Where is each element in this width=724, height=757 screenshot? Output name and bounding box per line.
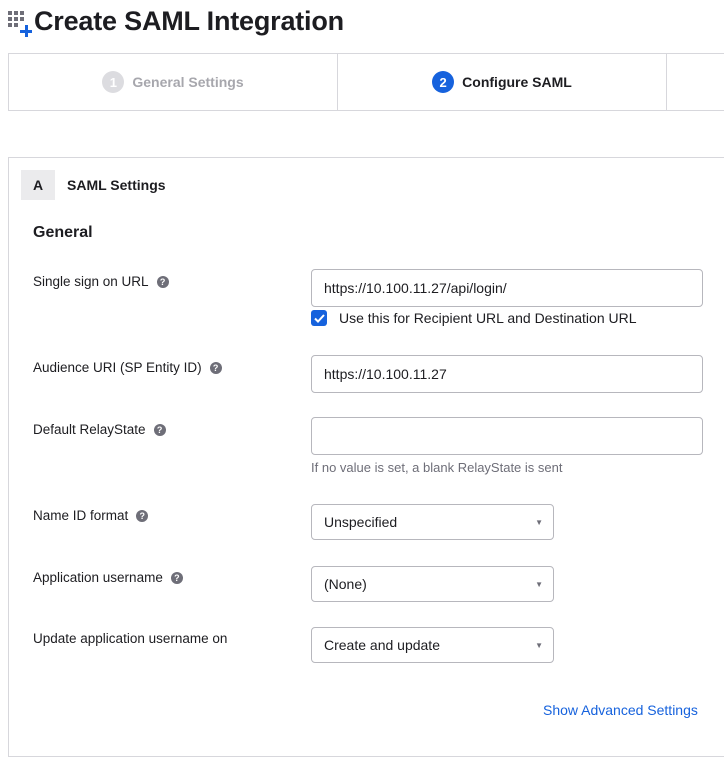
chevron-down-icon: ▼ xyxy=(535,517,543,527)
step-label: General Settings xyxy=(132,74,244,90)
name-id-format-label-text: Name ID format xyxy=(33,508,129,523)
step-general-settings[interactable]: 1 General Settings xyxy=(9,54,338,110)
page-header: Create SAML Integration xyxy=(8,2,344,40)
relay-state-label: Default RelayState ? xyxy=(33,422,166,437)
section-header: A SAML Settings xyxy=(21,170,166,200)
update-username-label-text: Update application username on xyxy=(33,631,228,646)
app-grid-plus-icon xyxy=(8,8,32,37)
app-username-label-text: Application username xyxy=(33,570,163,585)
recipient-url-checkbox-label: Use this for Recipient URL and Destinati… xyxy=(339,310,637,326)
step-label: Configure SAML xyxy=(462,74,572,90)
audience-uri-label: Audience URI (SP Entity ID) ? xyxy=(33,360,222,375)
help-icon[interactable]: ? xyxy=(170,571,183,584)
sso-url-label-text: Single sign on URL xyxy=(33,274,149,289)
section-letter-badge: A xyxy=(21,170,55,200)
name-id-format-select[interactable]: Unspecified ▼ xyxy=(311,504,554,540)
sso-url-input[interactable] xyxy=(311,269,703,307)
page-title: Create SAML Integration xyxy=(34,5,344,36)
section-title: SAML Settings xyxy=(67,177,166,193)
update-username-select[interactable]: Create and update ▼ xyxy=(311,627,554,663)
step-number-badge: 1 xyxy=(102,71,125,93)
audience-uri-input[interactable] xyxy=(311,355,703,393)
app-username-label: Application username ? xyxy=(33,570,183,585)
checkmark-icon xyxy=(313,313,325,323)
name-id-format-label: Name ID format ? xyxy=(33,508,149,523)
step-configure-saml[interactable]: 2 Configure SAML xyxy=(338,54,667,110)
update-username-label: Update application username on xyxy=(33,631,227,646)
group-title: General xyxy=(33,224,93,241)
name-id-format-value: Unspecified xyxy=(324,514,398,530)
chevron-down-icon: ▼ xyxy=(535,579,543,589)
audience-uri-label-text: Audience URI (SP Entity ID) xyxy=(33,360,202,375)
relay-state-input[interactable] xyxy=(311,417,703,455)
sso-url-label: Single sign on URL ? xyxy=(33,274,169,289)
app-username-value: (None) xyxy=(324,576,367,592)
relay-state-label-text: Default RelayState xyxy=(33,422,146,437)
help-icon[interactable]: ? xyxy=(209,361,222,374)
update-username-value: Create and update xyxy=(324,637,440,653)
wizard-steps: 1 General Settings 2 Configure SAML xyxy=(8,53,724,111)
show-advanced-settings-link[interactable]: Show Advanced Settings xyxy=(543,702,698,718)
chevron-down-icon: ▼ xyxy=(535,640,543,650)
step-next[interactable] xyxy=(667,54,724,110)
app-username-select[interactable]: (None) ▼ xyxy=(311,566,554,602)
saml-settings-panel: A SAML Settings General Single sign on U… xyxy=(8,157,724,757)
relay-state-hint: If no value is set, a blank RelayState i… xyxy=(311,460,563,475)
step-number-badge: 2 xyxy=(432,71,455,93)
recipient-url-checkbox-row[interactable]: Use this for Recipient URL and Destinati… xyxy=(311,310,637,326)
recipient-url-checkbox[interactable] xyxy=(311,310,327,326)
help-icon[interactable]: ? xyxy=(136,509,149,522)
help-icon[interactable]: ? xyxy=(156,275,169,288)
help-icon[interactable]: ? xyxy=(153,423,166,436)
